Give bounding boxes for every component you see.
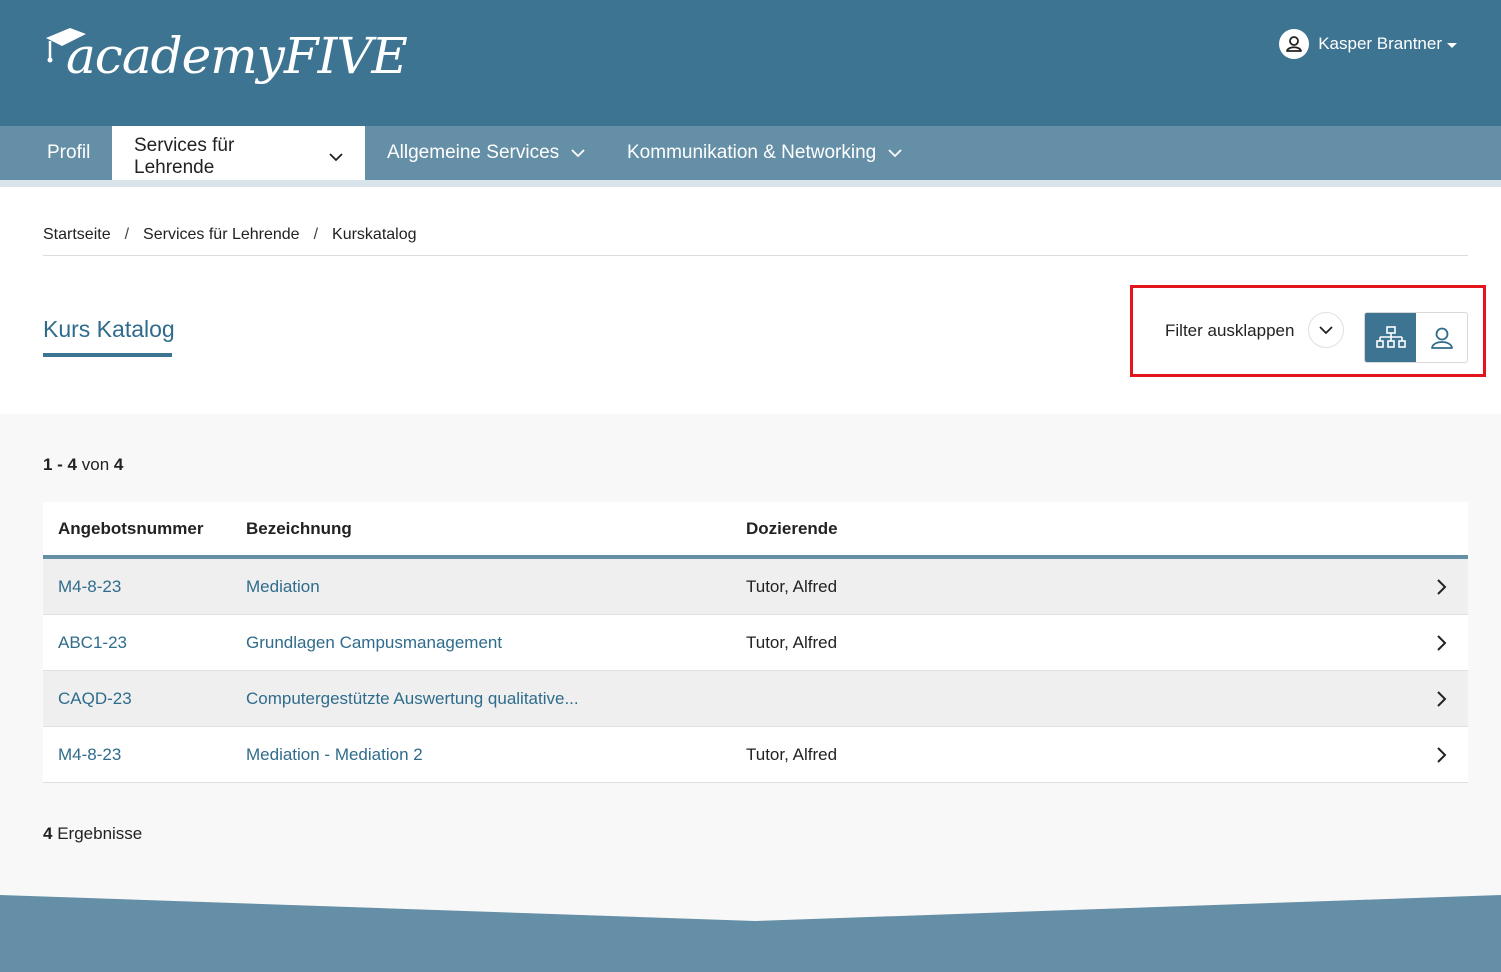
nav-item-allgemeine-services[interactable]: Allgemeine Services (365, 126, 607, 180)
table-row[interactable]: ABC1-23 Grundlagen Campusmanagement Tuto… (43, 615, 1468, 671)
range-total: 4 (113, 455, 124, 474)
logo-text: academyFIVE (66, 27, 408, 85)
nav-item-profil[interactable]: Profil (25, 126, 112, 180)
row-bezeichnung[interactable]: Computergestützte Auswertung qualitative… (246, 689, 579, 709)
caret-down-icon (1447, 42, 1457, 48)
main-nav: Profil Services für Lehrende Allgemeine … (0, 126, 1501, 187)
row-dozierende: Tutor, Alfred (746, 576, 838, 596)
breadcrumb-services[interactable]: Services für Lehrende (143, 226, 300, 244)
nav-item-label: Profil (47, 142, 91, 163)
results-number: 4 (43, 824, 53, 843)
chevron-right-icon[interactable] (1436, 690, 1448, 708)
title-underline (43, 353, 172, 357)
row-bezeichnung[interactable]: Grundlagen Campusmanagement (246, 633, 502, 653)
chevron-right-icon[interactable] (1436, 634, 1448, 652)
academyfive-logo[interactable]: academyFIVE (44, 22, 408, 98)
user-name: Kasper Brantner (1318, 34, 1442, 53)
table-row[interactable]: M4-8-23 Mediation - Mediation 2 Tutor, A… (43, 727, 1468, 783)
row-dozierende: Tutor, Alfred (746, 632, 838, 652)
table-row[interactable]: M4-8-23 Mediation Tutor, Alfred (43, 559, 1468, 615)
row-dozierende: Tutor, Alfred (746, 744, 838, 764)
view-toggle-group (1364, 312, 1468, 363)
sitemap-icon (1375, 325, 1406, 348)
breadcrumb: Startseite / Services für Lehrende / Kur… (43, 226, 417, 244)
user-menu[interactable]: Kasper Brantner (1279, 28, 1457, 60)
breadcrumb-divider (43, 255, 1468, 256)
user-icon (1279, 29, 1310, 59)
chevron-down-icon (1319, 326, 1333, 335)
row-angebotsnummer[interactable]: M4-8-23 (58, 577, 121, 597)
person-icon (1430, 327, 1453, 349)
row-angebotsnummer[interactable]: M4-8-23 (58, 745, 121, 765)
course-table: Angebotsnummer Bezeichnung Dozierende M4… (43, 502, 1468, 783)
footer-band (0, 895, 1501, 972)
column-header-angebotsnummer[interactable]: Angebotsnummer (58, 519, 203, 539)
results-label: Ergebnisse (57, 824, 143, 843)
chevron-down-icon (888, 148, 902, 158)
breadcrumb-separator: / (313, 226, 319, 243)
app-header: academyFIVE Kasper Brantner (0, 0, 1501, 126)
chevron-down-icon (571, 148, 585, 158)
breadcrumb-kurskatalog: Kurskatalog (332, 226, 417, 243)
breadcrumb-startseite[interactable]: Startseite (43, 226, 111, 244)
row-bezeichnung[interactable]: Mediation - Mediation 2 (246, 745, 423, 765)
nav-item-services-lehrende[interactable]: Services für Lehrende (112, 126, 365, 187)
results-count: 4 Ergebnisse (43, 824, 142, 844)
chevron-down-icon (329, 152, 343, 162)
nav-divider (0, 180, 1501, 187)
row-angebotsnummer[interactable]: CAQD-23 (58, 689, 132, 709)
breadcrumb-separator: / (124, 226, 130, 243)
column-header-bezeichnung[interactable]: Bezeichnung (246, 519, 352, 539)
table-header: Angebotsnummer Bezeichnung Dozierende (43, 502, 1468, 559)
result-range: 1 - 4 von 4 (43, 455, 123, 475)
nav-item-kommunikation[interactable]: Kommunikation & Networking (605, 126, 924, 180)
chevron-right-icon[interactable] (1436, 746, 1448, 764)
chevron-right-icon[interactable] (1436, 578, 1448, 596)
nav-item-label: Allgemeine Services (387, 142, 560, 163)
row-angebotsnummer[interactable]: ABC1-23 (58, 633, 127, 653)
page-title: Kurs Katalog (43, 316, 175, 342)
filter-toggle-button[interactable] (1308, 312, 1344, 348)
nav-item-label: Kommunikation & Networking (627, 142, 877, 163)
hierarchy-view-button[interactable] (1365, 313, 1416, 362)
column-header-dozierende[interactable]: Dozierende (746, 519, 838, 539)
row-bezeichnung[interactable]: Mediation (246, 577, 320, 597)
table-row[interactable]: CAQD-23 Computergestützte Auswertung qua… (43, 671, 1468, 727)
nav-item-label: Services für Lehrende (134, 134, 235, 178)
person-view-button[interactable] (1416, 313, 1467, 362)
range-value: 1 - 4 (43, 455, 78, 474)
filter-label[interactable]: Filter ausklappen (1165, 321, 1294, 341)
range-of-label: von (81, 455, 110, 474)
